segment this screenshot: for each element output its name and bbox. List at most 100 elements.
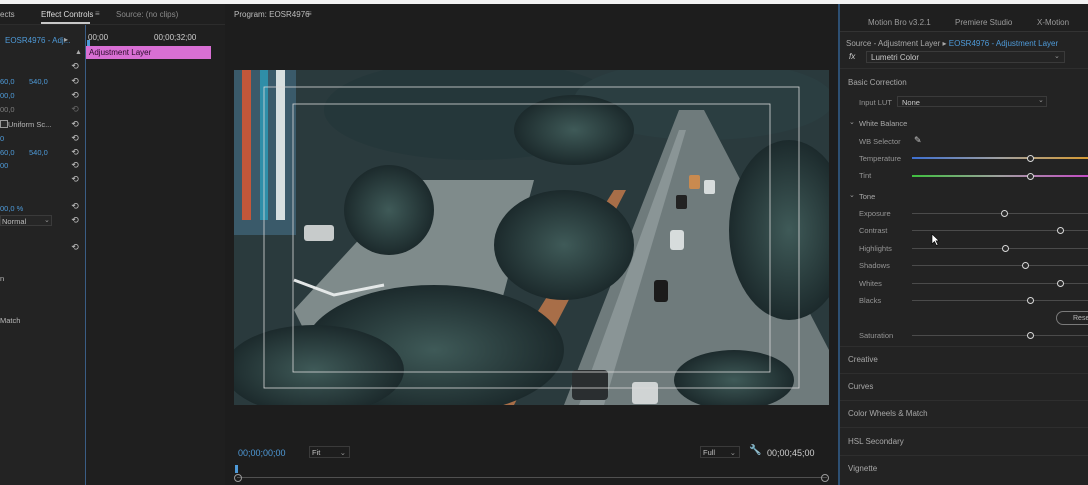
highlights-label: Highlights bbox=[859, 244, 892, 253]
reset-icon[interactable]: ⟲ bbox=[70, 90, 80, 100]
section-divider bbox=[840, 427, 1088, 428]
blacks-slider-track[interactable] bbox=[912, 300, 1088, 301]
reset-icon: ⟲ bbox=[71, 104, 79, 114]
uniform-scale-label: Uniform Sc... bbox=[8, 120, 52, 129]
shadows-slider-track[interactable] bbox=[912, 265, 1088, 266]
tab-source[interactable]: Source: (no clips) bbox=[116, 10, 178, 19]
white-balance-header[interactable]: White Balance bbox=[859, 119, 907, 128]
chevron-down-icon: ⌄ bbox=[729, 448, 736, 457]
zoom-level-value: Fit bbox=[312, 448, 321, 457]
reset-icon[interactable]: ⟲ bbox=[70, 174, 80, 184]
tab-x-motion[interactable]: X-Motion bbox=[1037, 18, 1069, 27]
tone-header[interactable]: Tone bbox=[859, 192, 875, 201]
vignette-header[interactable]: Vignette bbox=[848, 464, 877, 473]
opacity-value[interactable]: 00,0 % bbox=[0, 204, 23, 213]
video-preview[interactable] bbox=[234, 70, 829, 405]
reset-icon[interactable]: ⟲ bbox=[70, 242, 80, 252]
tint-slider-knob[interactable] bbox=[1026, 173, 1034, 180]
saturation-slider-track[interactable] bbox=[912, 335, 1088, 336]
anchor-x-value[interactable]: 60,0 bbox=[0, 148, 15, 157]
property-label-n: n bbox=[0, 274, 5, 283]
chevron-down-icon[interactable]: ⌄ bbox=[849, 191, 855, 199]
section-divider bbox=[840, 373, 1088, 374]
reset-icon[interactable]: ⟲ bbox=[70, 160, 80, 170]
section-divider bbox=[840, 346, 1088, 347]
playback-resolution-value: Full bbox=[703, 448, 716, 457]
reset-icon[interactable]: ⟲ bbox=[70, 133, 80, 143]
chevron-down-icon: ⌄ bbox=[1054, 53, 1060, 60]
exposure-label: Exposure bbox=[859, 209, 891, 218]
anchor-y-value[interactable]: 540,0 bbox=[29, 148, 48, 157]
collapse-up-icon[interactable]: ▲ bbox=[75, 49, 82, 56]
creative-header[interactable]: Creative bbox=[848, 355, 878, 364]
scale-width-value: 00,0 bbox=[0, 105, 15, 114]
shadows-label: Shadows bbox=[859, 261, 890, 270]
tab-premiere-studio[interactable]: Premiere Studio bbox=[955, 18, 1012, 27]
highlights-slider-track[interactable] bbox=[912, 248, 1088, 249]
input-lut-select[interactable]: None bbox=[897, 96, 1047, 107]
scale-value[interactable]: 00,0 bbox=[0, 91, 15, 100]
reset-icon[interactable]: ⟲ bbox=[70, 76, 80, 86]
eyedropper-icon[interactable]: ✎ bbox=[914, 135, 922, 146]
reset-icon[interactable]: ⟲ bbox=[70, 201, 80, 211]
reset-icon[interactable]: ⟲ bbox=[70, 215, 80, 225]
ruler-start-handle[interactable] bbox=[234, 474, 242, 482]
hsl-secondary-header[interactable]: HSL Secondary bbox=[848, 437, 904, 446]
reset-icon[interactable]: ⟲ bbox=[70, 61, 80, 71]
city-street-aerial-frame bbox=[234, 70, 829, 405]
timeline-start-timecode: 00;00 bbox=[88, 33, 109, 42]
shadows-slider-knob[interactable] bbox=[1021, 262, 1029, 269]
clip-source-label[interactable]: EOSR4976 - Adj... bbox=[5, 36, 70, 45]
temperature-slider-knob[interactable] bbox=[1026, 155, 1034, 162]
adjustment-layer-clip[interactable]: Adjustment Layer bbox=[86, 46, 211, 59]
extensions-tabbar: Motion Bro v3.2.1 Premiere Studio X-Moti… bbox=[840, 4, 1088, 32]
source-label: Source - Adjustment Layer bbox=[846, 39, 941, 48]
tab-effects[interactable]: ects bbox=[0, 10, 15, 19]
position-y-value[interactable]: 540,0 bbox=[29, 77, 48, 86]
panel-menu-icon[interactable]: ≡ bbox=[95, 9, 100, 18]
fx-icon[interactable]: fx bbox=[849, 52, 855, 61]
reset-icon[interactable]: ⟲ bbox=[70, 147, 80, 157]
tone-reset-button[interactable]: Rese bbox=[1056, 311, 1088, 325]
blacks-slider-knob[interactable] bbox=[1026, 297, 1034, 304]
rotation-value[interactable]: 0 bbox=[0, 134, 4, 143]
tab-motion-bro[interactable]: Motion Bro v3.2.1 bbox=[868, 18, 931, 27]
contrast-slider-knob[interactable] bbox=[1056, 227, 1064, 234]
program-playhead[interactable] bbox=[235, 465, 238, 473]
playback-resolution-select[interactable]: Full ⌄ bbox=[700, 446, 740, 458]
wrench-icon[interactable]: 🔧 bbox=[749, 445, 761, 456]
saturation-slider-knob[interactable] bbox=[1026, 332, 1034, 339]
source-breadcrumb: Source - Adjustment Layer ▸ EOSR4976 - A… bbox=[846, 39, 1058, 48]
color-wheels-header[interactable]: Color Wheels & Match bbox=[848, 409, 928, 418]
tint-slider-track[interactable] bbox=[912, 175, 1088, 177]
ruler-end-handle[interactable] bbox=[821, 474, 829, 482]
temperature-slider-track[interactable] bbox=[912, 157, 1088, 159]
wb-selector-label: WB Selector bbox=[859, 137, 901, 146]
exposure-slider-knob[interactable] bbox=[1000, 210, 1008, 217]
basic-correction-header[interactable]: Basic Correction bbox=[848, 78, 907, 87]
chevron-down-icon: ⌄ bbox=[1038, 97, 1044, 104]
program-playhead-timecode[interactable]: 00;00;00;00 bbox=[238, 448, 286, 458]
anti-flicker-value[interactable]: 00 bbox=[0, 161, 8, 170]
position-x-value[interactable]: 60,0 bbox=[0, 77, 15, 86]
tint-label: Tint bbox=[859, 171, 872, 180]
panel-menu-icon[interactable]: ≡ bbox=[307, 9, 312, 18]
effect-select[interactable]: Lumetri Color bbox=[866, 51, 1065, 63]
tab-effect-controls[interactable]: Effect Controls bbox=[41, 10, 93, 19]
clip-label[interactable]: EOSR4976 - Adjustment Layer bbox=[949, 39, 1058, 48]
whites-slider-knob[interactable] bbox=[1056, 280, 1064, 287]
uniform-scale-checkbox[interactable] bbox=[0, 120, 8, 128]
input-lut-label: Input LUT bbox=[859, 98, 892, 107]
active-tab-indicator bbox=[41, 22, 90, 24]
program-timeline-ruler[interactable] bbox=[237, 477, 827, 478]
reset-icon[interactable]: ⟲ bbox=[70, 119, 80, 129]
play-arrow-icon[interactable]: ▸ bbox=[64, 35, 68, 44]
chevron-down-icon[interactable]: ⌄ bbox=[849, 118, 855, 126]
zoom-level-select[interactable]: Fit ⌄ bbox=[309, 446, 350, 458]
section-divider bbox=[840, 68, 1088, 69]
sequence-duration: 00;00;45;00 bbox=[767, 448, 815, 458]
curves-header[interactable]: Curves bbox=[848, 382, 873, 391]
contrast-label: Contrast bbox=[859, 226, 888, 235]
program-monitor-title[interactable]: Program: EOSR4976 bbox=[234, 10, 310, 19]
match-label: Match bbox=[0, 316, 21, 325]
